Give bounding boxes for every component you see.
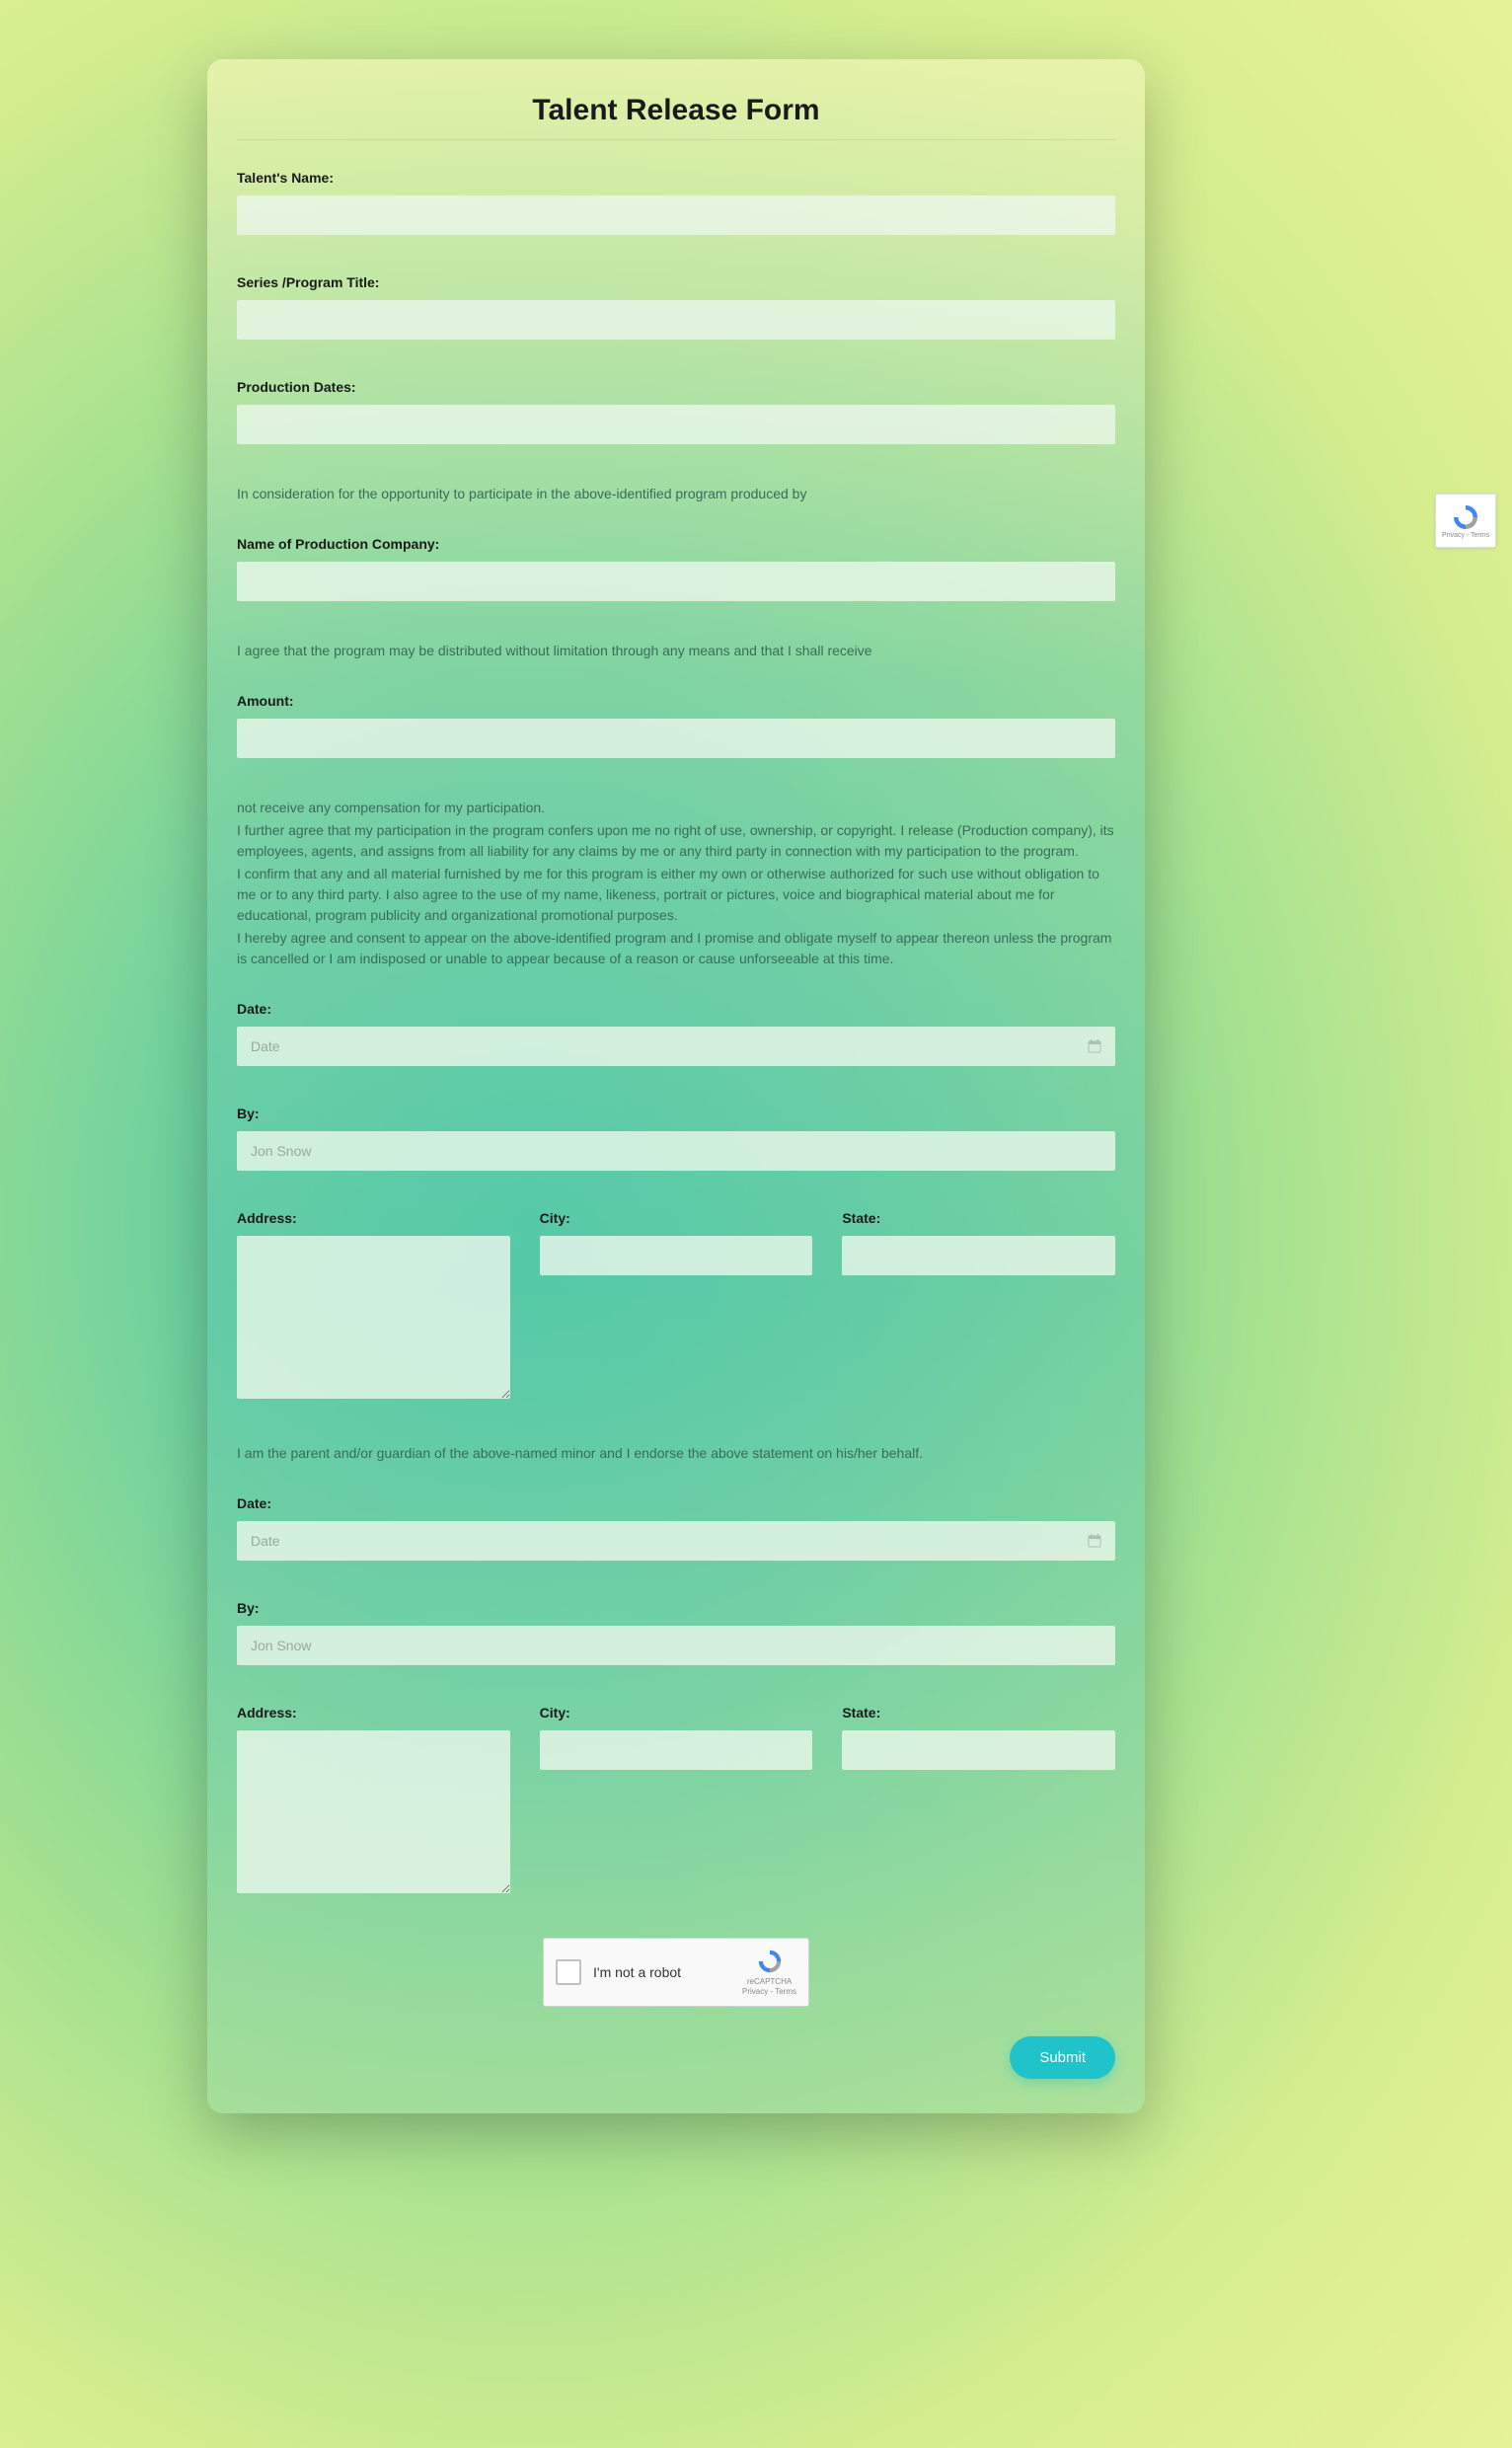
amount-label: Amount: [237, 693, 1115, 709]
calendar-icon [1088, 1039, 1101, 1053]
distribution-text: I agree that the program may be distribu… [237, 641, 1115, 661]
date2-label: Date: [237, 1495, 1115, 1511]
recaptcha-widget[interactable]: I'm not a robot reCAPTCHA Privacy - Term… [543, 1938, 809, 2007]
address1-input[interactable] [237, 1236, 510, 1399]
date1-input[interactable] [237, 1027, 1115, 1066]
series-title-label: Series /Program Title: [237, 274, 1115, 290]
submit-button[interactable]: Submit [1010, 2036, 1115, 2079]
talent-name-label: Talent's Name: [237, 170, 1115, 186]
address2-label: Address: [237, 1705, 510, 1721]
date2-input[interactable] [237, 1521, 1115, 1561]
address1-label: Address: [237, 1210, 510, 1226]
amount-input[interactable] [237, 719, 1115, 758]
recaptcha-checkbox[interactable] [556, 1959, 581, 1985]
calendar-icon [1088, 1534, 1101, 1548]
address2-input[interactable] [237, 1730, 510, 1893]
long-p3: I confirm that any and all material furn… [237, 864, 1115, 926]
production-dates-input[interactable] [237, 405, 1115, 444]
long-p1: not receive any compensation for my part… [237, 798, 1115, 818]
city1-input[interactable] [540, 1236, 813, 1275]
state1-input[interactable] [842, 1236, 1115, 1275]
by1-label: By: [237, 1106, 1115, 1121]
recaptcha-label: I'm not a robot [593, 1964, 730, 1980]
date1-label: Date: [237, 1001, 1115, 1017]
recaptcha-logo: reCAPTCHA Privacy - Terms [742, 1948, 796, 1996]
city2-input[interactable] [540, 1730, 813, 1770]
long-p2: I further agree that my participation in… [237, 820, 1115, 862]
by2-input[interactable] [237, 1626, 1115, 1665]
company-label: Name of Production Company: [237, 536, 1115, 552]
state1-label: State: [842, 1210, 1115, 1226]
by2-label: By: [237, 1600, 1115, 1616]
form-card: Talent Release Form Talent's Name: Serie… [207, 59, 1145, 2113]
company-input[interactable] [237, 562, 1115, 601]
city1-label: City: [540, 1210, 813, 1226]
consideration-text: In consideration for the opportunity to … [237, 484, 1115, 504]
state2-label: State: [842, 1705, 1115, 1721]
recaptcha-badge: Privacy - Terms [1435, 494, 1496, 548]
series-title-input[interactable] [237, 300, 1115, 340]
long-p4: I hereby agree and consent to appear on … [237, 928, 1115, 969]
state2-input[interactable] [842, 1730, 1115, 1770]
guardian-text: I am the parent and/or guardian of the a… [237, 1443, 1115, 1464]
long-agreement-text: not receive any compensation for my part… [237, 798, 1115, 969]
by1-input[interactable] [237, 1131, 1115, 1171]
city2-label: City: [540, 1705, 813, 1721]
page-title: Talent Release Form [237, 94, 1115, 140]
talent-name-input[interactable] [237, 195, 1115, 235]
production-dates-label: Production Dates: [237, 379, 1115, 395]
